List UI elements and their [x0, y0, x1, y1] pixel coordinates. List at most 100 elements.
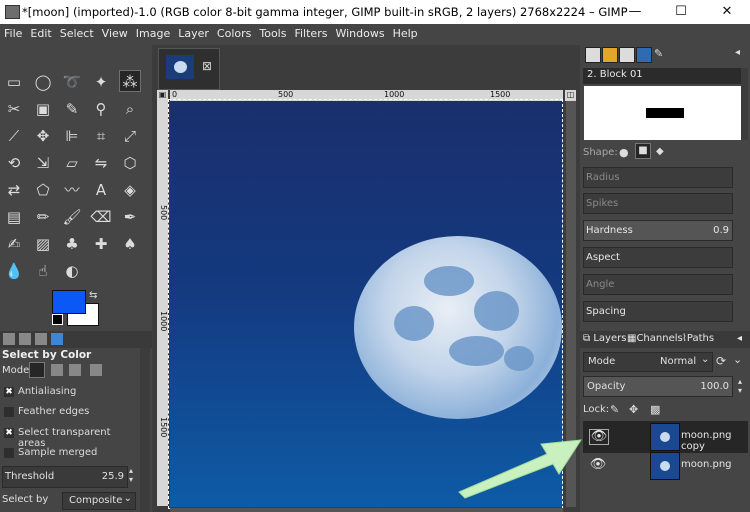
brush-scrollbar[interactable] [741, 68, 748, 140]
select-transparent-option[interactable]: ✖ Select transparent areas [0, 424, 140, 449]
menu-file[interactable]: File [0, 24, 26, 40]
menu-layer[interactable]: Layer [174, 24, 213, 40]
channels-tab[interactable]: ▦Channels [627, 333, 683, 344]
mode-add-icon[interactable] [51, 364, 63, 376]
menu-help[interactable]: Help [389, 24, 422, 40]
quick-mask-corner[interactable]: ▣ [157, 90, 168, 101]
visibility-eye-icon[interactable]: 👁 [589, 429, 609, 445]
device-status-tab-icon[interactable] [19, 333, 31, 345]
chevron-down-icon[interactable]: ⌄ [733, 353, 742, 366]
patterns-tab-icon[interactable] [602, 47, 618, 63]
bucket-fill-icon[interactable]: ◈ [119, 179, 141, 201]
minimize-button[interactable]: — [612, 0, 658, 24]
menu-filters[interactable]: Filters [290, 24, 331, 40]
heal-icon[interactable]: ✚ [90, 233, 112, 255]
menu-colors[interactable]: Colors [213, 24, 255, 40]
lasso-icon[interactable]: ➰ [61, 71, 83, 93]
zoom-icon[interactable]: ⌕ [119, 98, 141, 120]
menu-windows[interactable]: Windows [331, 24, 388, 40]
text-icon[interactable]: A [90, 179, 112, 201]
clone-icon[interactable]: ♣ [61, 233, 83, 255]
opacity-slider[interactable]: Opacity 100.0 [583, 376, 733, 397]
scissors-icon[interactable]: ✂ [3, 98, 25, 120]
lock-pixels-icon[interactable]: ✎ [610, 403, 619, 416]
shape-square-icon[interactable]: ■ [635, 143, 651, 159]
hardness-slider[interactable]: Hardness 0.9 [583, 220, 733, 241]
align-icon[interactable]: ⊫ [61, 125, 83, 147]
radius-slider[interactable]: Radius [583, 167, 733, 188]
antialiasing-option[interactable]: ✖ Antialiasing [0, 383, 140, 403]
default-colors-icon[interactable] [52, 314, 63, 325]
menu-select[interactable]: Select [56, 24, 98, 40]
document-history-tab-icon[interactable] [636, 47, 652, 63]
blur-icon[interactable]: 💧 [3, 260, 25, 282]
layers-tab[interactable]: ⧉ Layers [583, 333, 626, 344]
layers-dock-menu-icon[interactable]: ◂ [737, 333, 742, 344]
select-transparent-checkbox[interactable]: ✖ [4, 428, 14, 438]
vertical-ruler[interactable]: 500 1000 1500 [157, 101, 168, 506]
canvas-horizontal-scrollbar[interactable] [170, 508, 563, 512]
select-by-color-icon[interactable]: ⁂ [119, 70, 141, 92]
tool-options-tab-icon[interactable] [3, 333, 15, 345]
menu-edit[interactable]: Edit [26, 24, 55, 40]
close-tab-icon[interactable]: ⊠ [202, 59, 212, 73]
menu-view[interactable]: View [98, 24, 132, 40]
spacing-slider[interactable]: Spacing [583, 301, 733, 322]
airbrush-icon[interactable]: ✒ [119, 206, 141, 228]
fuzzy-select-icon[interactable]: ✦ [90, 71, 112, 93]
horizontal-ruler[interactable]: 0 500 1000 1500 [170, 90, 563, 101]
mode-subtract-icon[interactable] [69, 364, 81, 376]
scale-icon[interactable]: ⇲ [32, 152, 54, 174]
mode-replace-icon[interactable] [29, 362, 45, 378]
paths-icon[interactable]: ✎ [61, 98, 83, 120]
mode-intersect-icon[interactable] [90, 364, 102, 376]
foreground-select-icon[interactable]: ▣ [32, 98, 54, 120]
angle-slider[interactable]: Angle [583, 274, 733, 295]
threshold-slider[interactable]: Threshold 25.9 [2, 466, 128, 488]
pencil-icon[interactable]: ✏ [32, 206, 54, 228]
shape-circle-icon[interactable]: ● [619, 146, 629, 159]
maximize-button[interactable]: ☐ [658, 0, 704, 24]
3d-transform-icon[interactable]: ⬡ [119, 152, 141, 174]
flip-icon[interactable]: ⇋ [90, 152, 112, 174]
dodge-burn-icon[interactable]: ◐ [61, 260, 83, 282]
undo-history-tab-icon[interactable] [35, 333, 47, 345]
visibility-eye-icon[interactable]: 👁 [589, 458, 607, 472]
brushes-tab-icon[interactable] [585, 47, 601, 63]
measure-icon[interactable]: ⟋ [3, 125, 25, 147]
foreground-color-swatch[interactable] [52, 290, 86, 314]
feather-edges-option[interactable]: Feather edges [0, 403, 140, 423]
paths-tab[interactable]: ⌇Paths [682, 333, 714, 344]
fonts-tab-icon[interactable] [619, 47, 635, 63]
threshold-spinner-icon[interactable]: ▴ ▾ [129, 466, 139, 486]
images-tab-icon[interactable] [51, 333, 63, 345]
close-button[interactable]: ✕ [704, 0, 750, 24]
zoom-to-fit-icon[interactable]: ◫ [565, 90, 576, 101]
brush-edit-icon[interactable]: ✎ [654, 47, 663, 60]
layer-name[interactable]: moon.png [681, 459, 732, 470]
opacity-spinner-icon[interactable]: ▴ ▾ [738, 377, 742, 395]
shear-icon[interactable]: ▱ [61, 152, 83, 174]
menu-tools[interactable]: Tools [255, 24, 290, 40]
sample-merged-option[interactable]: Sample merged [0, 444, 140, 464]
lock-position-icon[interactable]: ✥ [629, 403, 638, 416]
ink-icon[interactable]: ✍ [3, 233, 25, 255]
composite-mode-icon[interactable]: ⟳ [716, 354, 726, 368]
spikes-slider[interactable]: Spikes [583, 193, 733, 214]
paintbrush-icon[interactable]: 🖌 [61, 206, 83, 228]
rect-select-icon[interactable]: ▭ [3, 71, 25, 93]
mypaint-brush-icon[interactable]: ▨ [32, 233, 54, 255]
eraser-icon[interactable]: ⌫ [90, 206, 112, 228]
cage-transform-icon[interactable]: ⬠ [32, 179, 54, 201]
layer-mode-dropdown[interactable]: Mode Normal ⌄ [583, 352, 713, 372]
layer-row[interactable]: 👁 moon.png copy [583, 421, 748, 453]
antialiasing-checkbox[interactable]: ✖ [4, 387, 14, 397]
layer-row[interactable]: 👁 moon.png [583, 450, 748, 482]
crop-icon[interactable]: ⌗ [90, 125, 112, 147]
perspective-clone-icon[interactable]: ♠ [119, 233, 141, 255]
warp-icon[interactable]: 〰 [61, 179, 83, 201]
ellipse-select-icon[interactable]: ◯ [32, 71, 54, 93]
rotate-icon[interactable]: ⟲ [3, 152, 25, 174]
aspect-slider[interactable]: Aspect [583, 247, 733, 268]
unified-transform-icon[interactable]: ⤢ [119, 125, 141, 147]
